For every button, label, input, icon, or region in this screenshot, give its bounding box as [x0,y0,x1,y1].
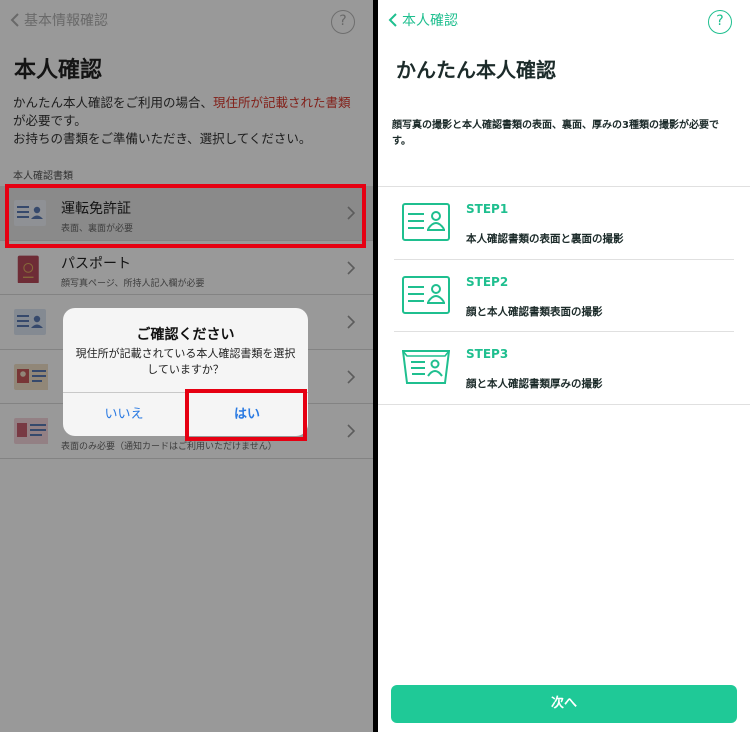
step-label: STEP2 [466,274,509,289]
id-card-tilted-icon [402,350,450,384]
step-item-2: STEP2 顔と本人確認書類表面の撮影 [394,260,734,332]
help-button[interactable]: ? [708,10,732,34]
identity-document-selection-screen: 基本情報確認 ? 本人確認 かんたん本人確認をご利用の場合、現住所が記載された書… [0,0,373,732]
id-card-icon [402,275,450,314]
step-description: 顔と本人確認書類表面の撮影 [466,305,603,318]
dialog-message: 現住所が記載されている本人確認書類を選択していますか？ [75,347,296,376]
id-card-icon [402,203,450,241]
dialog-title: ご確認ください [136,327,235,343]
back-button[interactable]: 本人確認 [388,10,458,30]
step-label: STEP1 [466,202,509,216]
step-item-1: STEP1 本人確認書類の表面と裏面の撮影 [394,187,734,260]
back-label: 本人確認 [402,13,458,29]
step-label: STEP3 [466,347,509,361]
highlight-box-drivers-license [5,184,366,248]
dialog-no-button[interactable]: いいえ [63,393,185,436]
step-description: 顔と本人確認書類厚みの撮影 [466,378,603,390]
chevron-left-icon [388,13,397,27]
page-title: かんたん本人確認 [396,58,556,82]
step-item-3: STEP3 顔と本人確認書類厚みの撮影 [378,332,750,405]
page-description: 顔写真の撮影と本人確認書類の表面、裏面、厚みの3種類の撮影が必要です。 [392,120,719,147]
highlight-box-yes-button [185,389,307,441]
easy-identity-verification-screen: 本人確認 ? かんたん本人確認 顔写真の撮影と本人確認書類の表面、裏面、厚みの3… [378,0,750,732]
step-description: 本人確認書類の表面と裏面の撮影 [466,233,624,245]
next-button[interactable]: 次へ [391,685,737,723]
step-list: STEP1 本人確認書類の表面と裏面の撮影 STEP2 顔と本人確認書類表面の撮… [378,186,750,405]
